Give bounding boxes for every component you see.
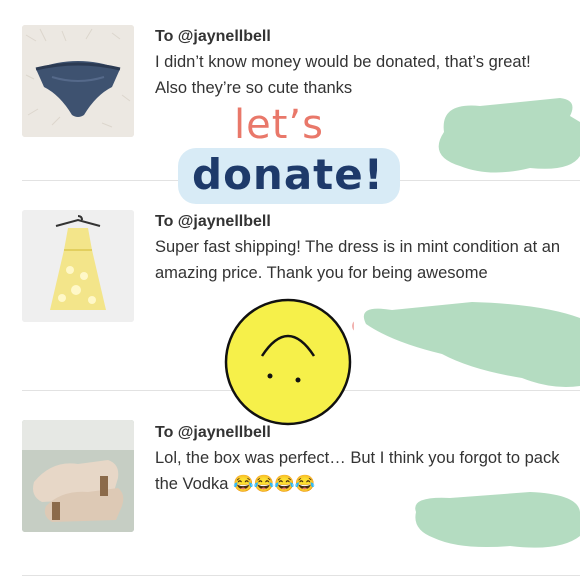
beige-shoes-photo-icon	[22, 420, 134, 532]
review-recipient: To @jaynellbell	[155, 213, 271, 230]
redaction-blob-2	[363, 302, 580, 387]
redaction-blob-3	[415, 492, 580, 548]
redaction-blob-1	[438, 98, 580, 173]
review-message: Super fast shipping! The dress is in min…	[155, 238, 561, 282]
donate-sticker: let’s donate!	[172, 100, 412, 210]
sticker-line1: let’s	[234, 102, 324, 148]
yellow-dress-photo-icon	[22, 210, 134, 322]
lace-underwear-photo-icon	[22, 25, 134, 137]
review-divider	[22, 575, 580, 576]
review-thumbnail-3[interactable]	[22, 420, 134, 532]
sticker-line2: donate!	[192, 150, 384, 199]
review-thumbnail-1[interactable]	[22, 25, 134, 137]
smiley-face-icon	[224, 298, 354, 426]
review-recipient: To @jaynellbell	[155, 28, 271, 45]
review-thumbnail-2[interactable]	[22, 210, 134, 322]
